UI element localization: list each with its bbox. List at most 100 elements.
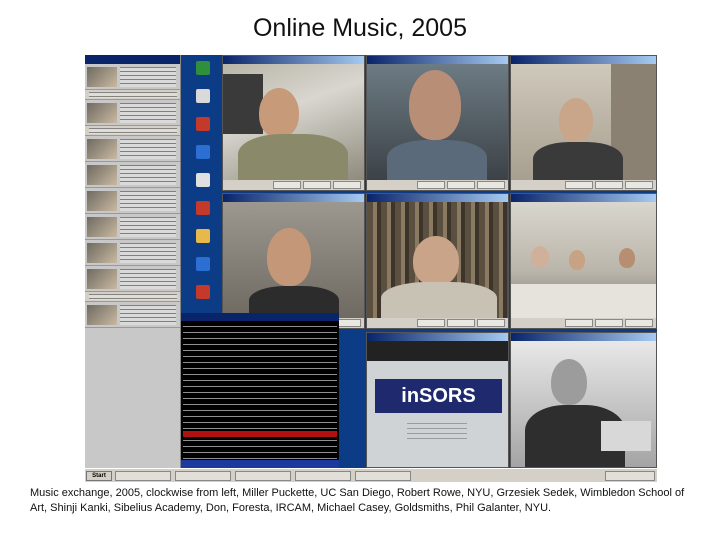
video-window-bottom-middle[interactable]: inSORS (366, 332, 509, 468)
window-control-button[interactable] (477, 319, 505, 327)
desktop-icon[interactable] (196, 61, 210, 75)
person-body (387, 140, 487, 180)
window-control-button[interactable] (565, 181, 593, 189)
window-control-button[interactable] (273, 181, 301, 189)
participant-thumbnail (87, 217, 117, 237)
desktop-icon[interactable] (196, 201, 210, 215)
video-feed (511, 202, 656, 318)
window-control-button[interactable] (625, 319, 653, 327)
participant-info (120, 191, 176, 211)
system-tray[interactable] (605, 471, 655, 481)
participant-row[interactable] (85, 64, 180, 90)
video-window-middle-left[interactable] (222, 193, 365, 329)
participant-options-row[interactable] (85, 90, 180, 100)
desktop-icon[interactable] (196, 173, 210, 187)
taskbar-item[interactable] (355, 471, 411, 481)
video-window-controls (511, 180, 656, 190)
participant-list-titlebar[interactable] (85, 55, 180, 64)
window-control-button[interactable] (477, 181, 505, 189)
video-window-controls (367, 180, 508, 190)
window-control-button[interactable] (625, 181, 653, 189)
window-control-button[interactable] (595, 319, 623, 327)
video-window-titlebar[interactable] (511, 194, 656, 202)
participant-info (120, 103, 176, 123)
participant-info (120, 139, 176, 159)
person-head (413, 236, 459, 286)
insors-logo: inSORS (375, 379, 502, 413)
participant-thumbnail (87, 243, 117, 263)
terminal-status-bar (181, 460, 339, 468)
video-window-top-right[interactable] (510, 55, 657, 191)
desktop-icon[interactable] (196, 229, 210, 243)
participant-thumbnail (87, 269, 117, 289)
option-checkboxes (89, 128, 177, 134)
start-button[interactable]: Start (86, 471, 112, 481)
video-window-titlebar[interactable] (511, 56, 656, 64)
video-window-titlebar[interactable] (367, 56, 508, 64)
window-control-button[interactable] (595, 181, 623, 189)
person-head (619, 248, 635, 268)
participant-thumbnail (87, 305, 117, 325)
person-body (381, 282, 497, 318)
video-feed (223, 202, 364, 318)
participant-row[interactable] (85, 162, 180, 188)
video-window-top-left[interactable] (222, 55, 365, 191)
participant-info (120, 67, 176, 87)
video-feed: inSORS (367, 341, 508, 467)
video-window-titlebar[interactable] (223, 194, 364, 202)
participant-row[interactable] (85, 214, 180, 240)
slide-caption: Music exchange, 2005, clockwise from lef… (30, 487, 685, 514)
business-card-text (407, 423, 467, 443)
desktop-icon[interactable] (196, 145, 210, 159)
video-window-titlebar[interactable] (511, 333, 656, 341)
participant-row[interactable] (85, 302, 180, 328)
video-window-titlebar[interactable] (223, 56, 364, 64)
video-feed (511, 64, 656, 180)
participant-row[interactable] (85, 266, 180, 292)
participant-row[interactable] (85, 100, 180, 126)
desktop-icon[interactable] (196, 89, 210, 103)
desktop-icon[interactable] (196, 117, 210, 131)
video-feed (511, 341, 656, 467)
window-control-button[interactable] (447, 181, 475, 189)
slide-title: Online Music, 2005 (252, 14, 467, 42)
meeting-table (511, 284, 656, 318)
participant-row[interactable] (85, 240, 180, 266)
taskbar-item[interactable] (235, 471, 291, 481)
person-body (533, 142, 623, 180)
video-window-controls (223, 180, 364, 190)
window-control-button[interactable] (417, 319, 445, 327)
video-window-middle-middle[interactable] (366, 193, 509, 329)
person-head (531, 246, 549, 268)
participant-options-row[interactable] (85, 126, 180, 136)
window-control-button[interactable] (303, 181, 331, 189)
background-monitor (601, 421, 651, 451)
desktop-icon-strip (182, 55, 222, 315)
desktop-icon[interactable] (196, 257, 210, 271)
video-window-controls (367, 318, 508, 328)
terminal-titlebar[interactable] (181, 313, 339, 321)
taskbar-item[interactable] (295, 471, 351, 481)
window-control-button[interactable] (565, 319, 593, 327)
terminal-highlight-line (183, 431, 337, 437)
video-window-titlebar[interactable] (367, 194, 508, 202)
person-head (409, 70, 461, 140)
participant-row[interactable] (85, 136, 180, 162)
participant-thumbnail (87, 191, 117, 211)
desktop-icon[interactable] (196, 285, 210, 299)
taskbar-item[interactable] (175, 471, 231, 481)
participant-info (120, 305, 176, 325)
video-window-titlebar[interactable] (367, 333, 508, 341)
person-body (238, 134, 348, 180)
participant-options-row[interactable] (85, 292, 180, 302)
video-window-middle-right[interactable] (510, 193, 657, 329)
window-control-button[interactable] (447, 319, 475, 327)
window-control-button[interactable] (333, 181, 361, 189)
taskbar-item[interactable] (115, 471, 171, 481)
video-window-bottom-right[interactable] (510, 332, 657, 468)
participant-row[interactable] (85, 188, 180, 214)
person-head (569, 250, 585, 270)
video-window-top-middle[interactable] (366, 55, 509, 191)
window-control-button[interactable] (417, 181, 445, 189)
terminal-window[interactable] (181, 313, 339, 468)
